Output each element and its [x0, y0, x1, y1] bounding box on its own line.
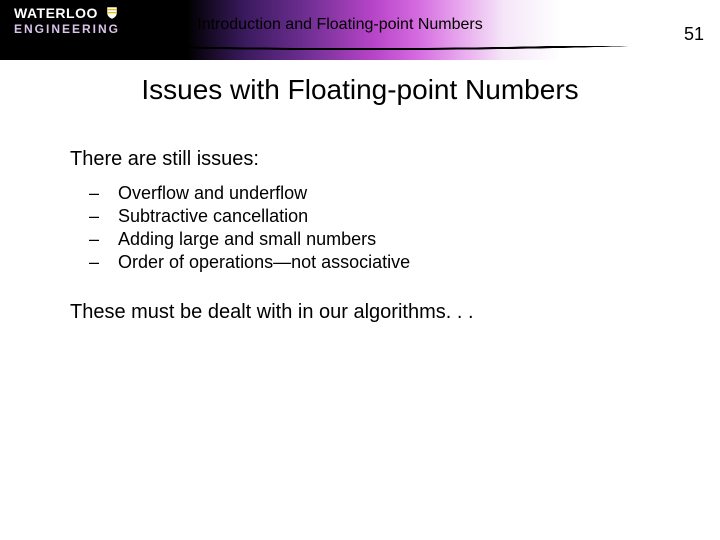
bullet-dash-icon: –	[70, 229, 118, 250]
list-item: –Order of operations—not associative	[70, 252, 650, 273]
issue-list: –Overflow and underflow –Subtractive can…	[70, 183, 650, 273]
body-outro: These must be dealt with in our algorith…	[70, 301, 650, 324]
bullet-dash-icon: –	[70, 183, 118, 204]
body-intro: There are still issues:	[70, 148, 650, 171]
slide-subtitle: Introduction and Floating-point Numbers	[0, 16, 680, 34]
bullet-dash-icon: –	[70, 252, 118, 273]
list-item-text: Adding large and small numbers	[118, 229, 376, 250]
list-item: –Subtractive cancellation	[70, 206, 650, 227]
page-number: 51	[684, 24, 704, 45]
slide-header: WATERLOO ENGINEERING Introduction and Fl…	[0, 0, 720, 60]
slide-title: Issues with Floating-point Numbers	[0, 74, 720, 106]
list-item: –Overflow and underflow	[70, 183, 650, 204]
list-item-text: Overflow and underflow	[118, 183, 307, 204]
bullet-dash-icon: –	[70, 206, 118, 227]
header-swoosh	[0, 46, 720, 68]
list-item-text: Subtractive cancellation	[118, 206, 308, 227]
slide-body: There are still issues: –Overflow and un…	[0, 106, 720, 324]
list-item: –Adding large and small numbers	[70, 229, 650, 250]
list-item-text: Order of operations—not associative	[118, 252, 410, 273]
